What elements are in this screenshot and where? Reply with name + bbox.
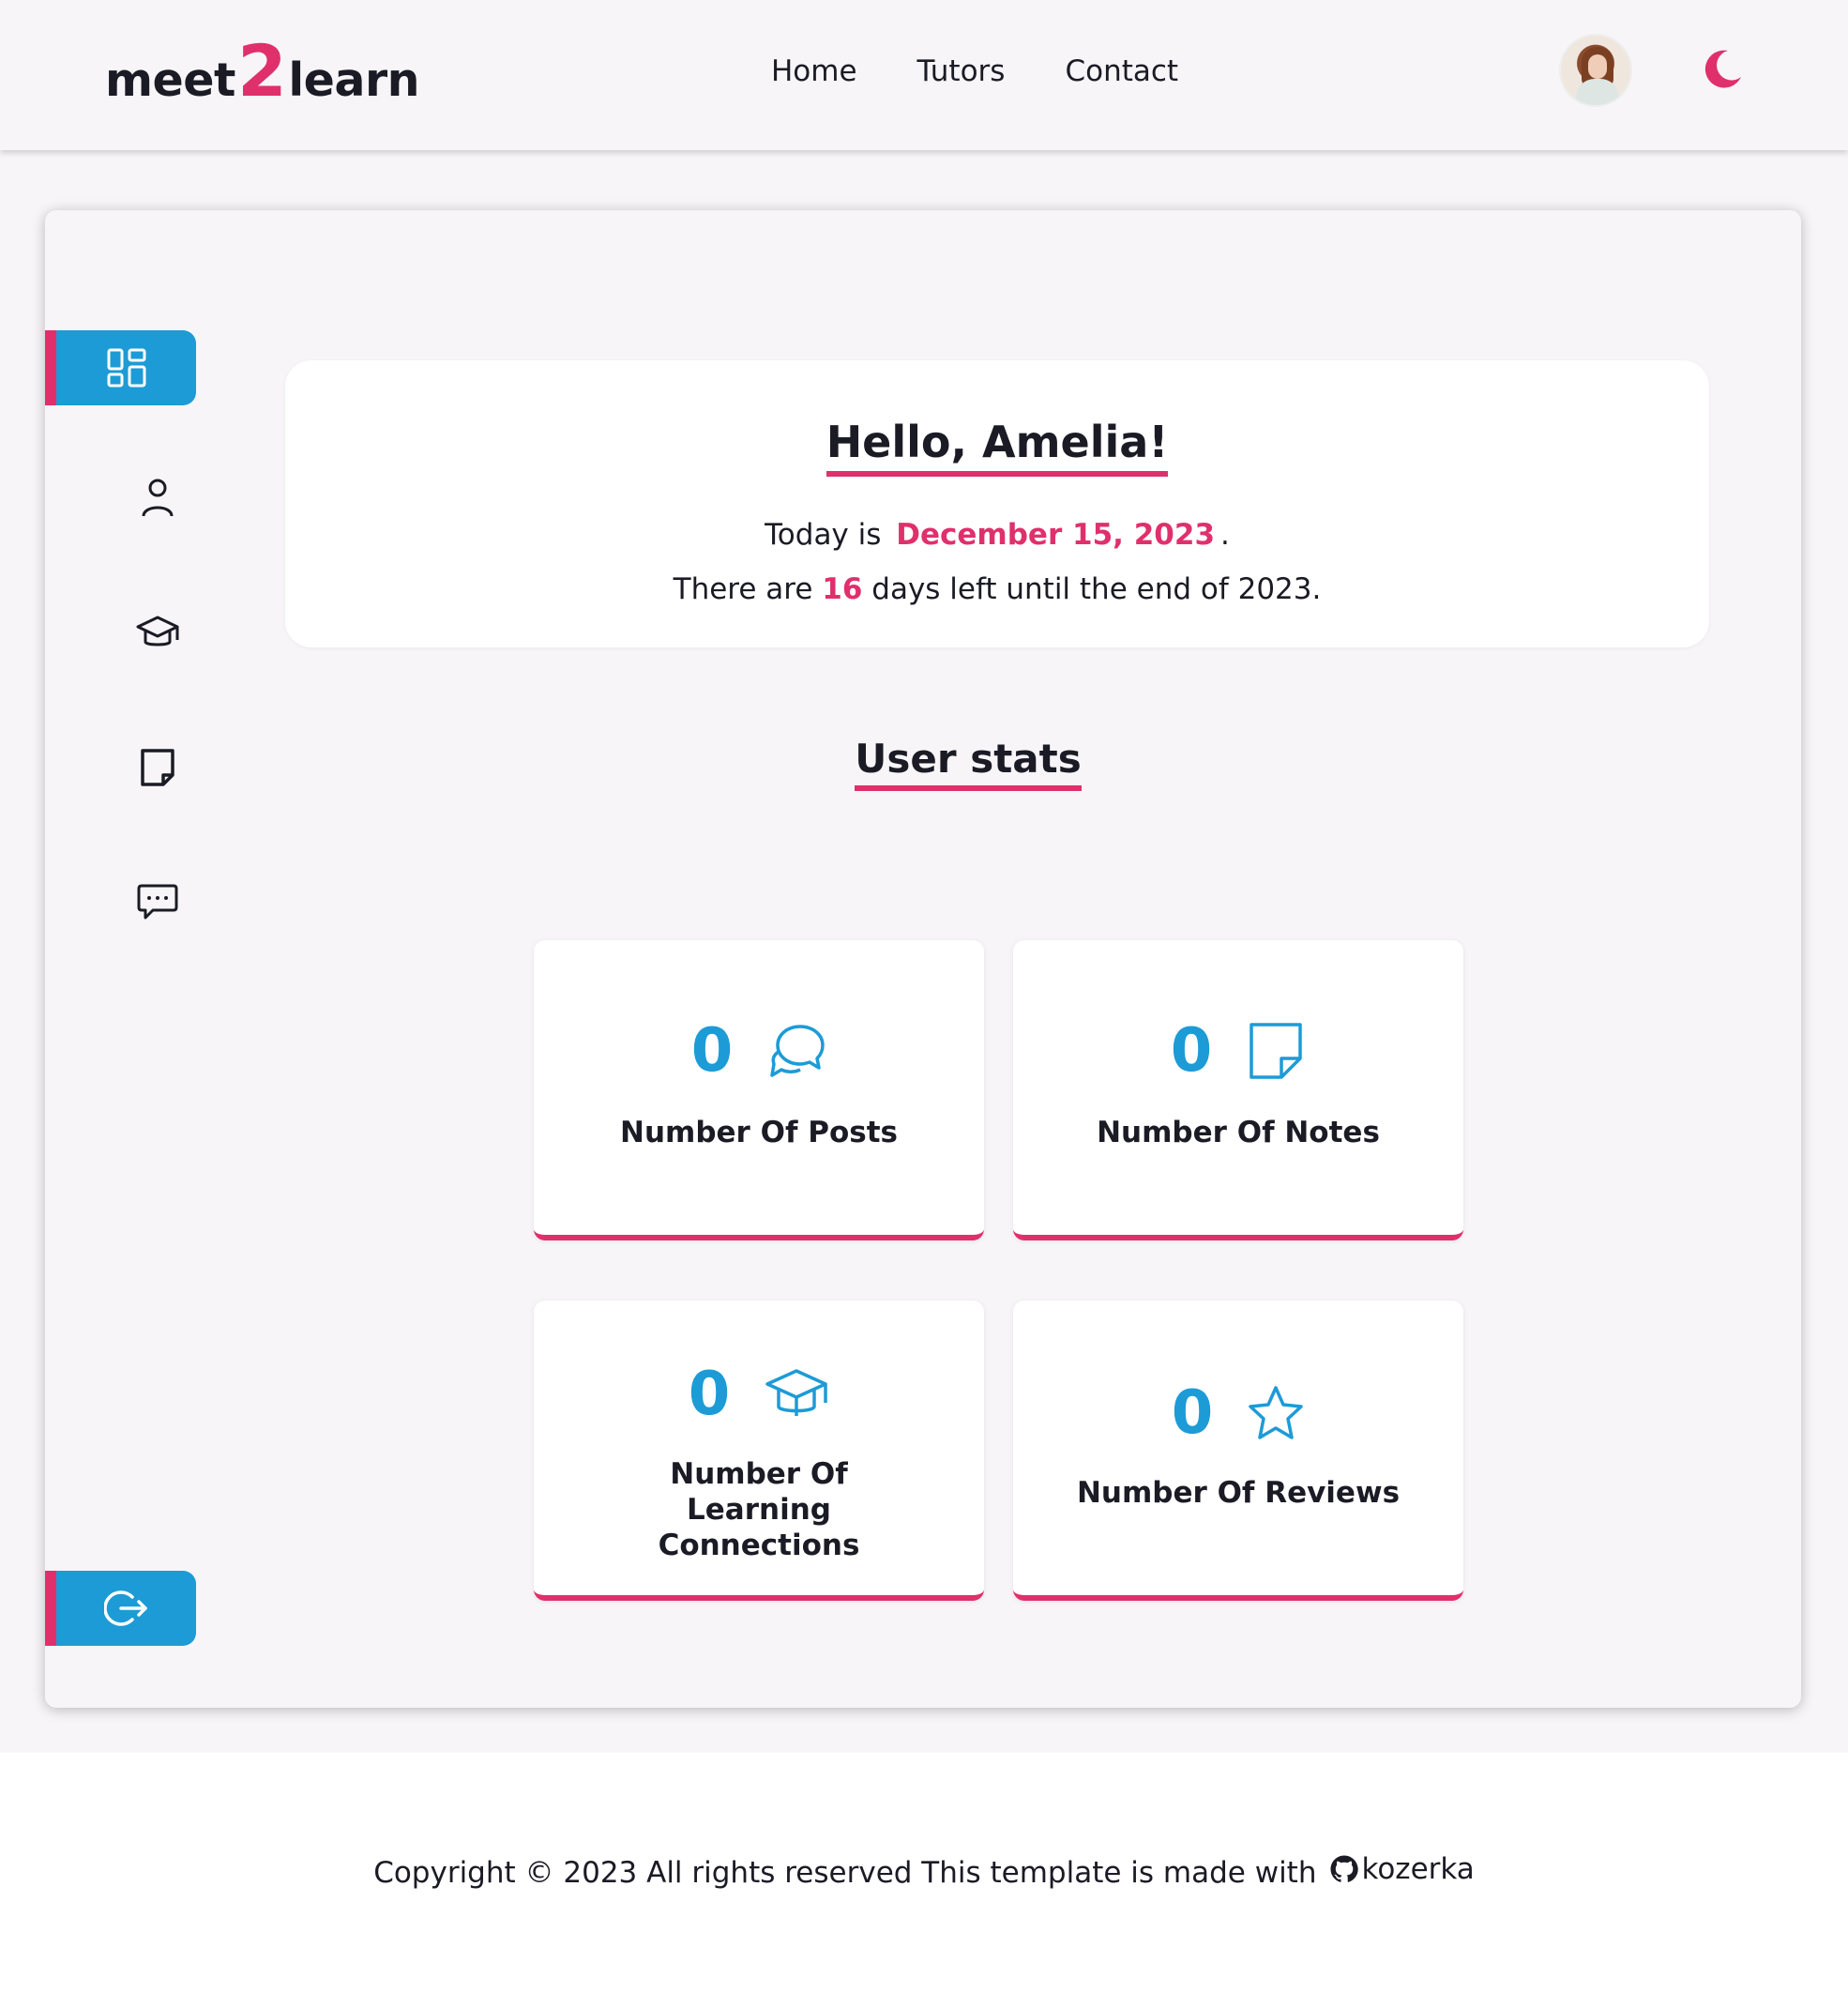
note-icon	[1250, 1023, 1303, 1079]
stat-card-reviews: 0 Number Of Reviews	[1013, 1301, 1463, 1601]
user-avatar[interactable]	[1559, 34, 1632, 107]
github-icon	[1330, 1855, 1359, 1882]
user-stats-title: User stats	[855, 736, 1082, 791]
nav-link-home[interactable]: Home	[771, 54, 857, 88]
nav-link-tutors[interactable]: Tutors	[917, 54, 1006, 88]
author-name: kozerka	[1361, 1852, 1475, 1886]
logout-button[interactable]	[45, 1571, 196, 1646]
dark-mode-toggle[interactable]	[1700, 47, 1745, 92]
footer: Copyright © 2023 All rights reserved Thi…	[0, 1753, 1848, 1993]
today-line: Today is December 15, 2023.	[285, 518, 1709, 552]
stat-label-learning-connections: Number Of Learning Connections	[658, 1457, 860, 1562]
nav-link-contact[interactable]: Contact	[1065, 54, 1178, 88]
chat-icon	[137, 884, 178, 920]
logo-part-meet: meet	[105, 53, 235, 107]
top-navbar: meet 2 learn Home Tutors Contact	[0, 0, 1848, 150]
sidebar-item-profile[interactable]	[135, 475, 180, 520]
stat-card-posts: 0 Number Of Posts	[534, 940, 984, 1240]
days-left-count: 16	[822, 572, 863, 606]
greeting-card: Hello, Amelia! Today is December 15, 202…	[285, 360, 1709, 647]
logo-part-2: 2	[236, 29, 287, 113]
star-icon	[1249, 1386, 1304, 1439]
stat-value-posts: 0	[690, 1016, 734, 1086]
graduation-cap-icon	[765, 1369, 828, 1416]
main-nav: Home Tutors Contact	[771, 54, 1178, 88]
current-date: December 15, 2023	[896, 518, 1216, 552]
stat-label-reviews: Number Of Reviews	[1076, 1476, 1401, 1510]
chat-bubbles-icon	[770, 1025, 826, 1077]
stat-label-notes: Number Of Notes	[1097, 1116, 1380, 1149]
today-prefix: Today is	[765, 518, 882, 552]
copyright-text: Copyright © 2023 All rights reserved Thi…	[373, 1856, 1317, 1890]
days-left-line: There are 16 days left until the end of …	[285, 572, 1709, 606]
avatar-face	[1588, 54, 1607, 79]
user-stats-heading: User stats	[45, 736, 1801, 791]
logout-icon	[103, 1590, 147, 1626]
user-icon	[142, 479, 174, 517]
stat-label-posts: Number Of Posts	[620, 1116, 898, 1149]
days-suffix: days left until the end of 2023.	[871, 572, 1322, 606]
footer-copyright: Copyright © 2023 All rights reserved Thi…	[0, 1852, 1848, 1890]
greeting-title: Hello, Amelia!	[826, 417, 1169, 477]
sidebar-item-messages[interactable]	[135, 880, 180, 925]
avatar-body	[1576, 79, 1619, 105]
dashboard-icon	[107, 348, 145, 388]
moon-icon	[1704, 50, 1741, 88]
stat-card-learning-connections: 0 Number Of Learning Connections	[534, 1301, 984, 1601]
today-suffix: .	[1220, 518, 1230, 552]
graduation-cap-icon	[136, 616, 179, 647]
author-link[interactable]: kozerka	[1329, 1852, 1475, 1886]
dashboard-panel: Hello, Amelia! Today is December 15, 202…	[45, 210, 1801, 1708]
days-prefix: There are	[673, 572, 813, 606]
stat-value-learning-connections: 0	[688, 1360, 731, 1429]
stat-value-reviews: 0	[1171, 1378, 1214, 1448]
logo-part-learn: learn	[288, 53, 419, 107]
stat-value-notes: 0	[1170, 1016, 1213, 1086]
logo[interactable]: meet 2 learn	[105, 36, 419, 111]
sidebar-item-learning[interactable]	[135, 610, 180, 655]
sidebar-item-dashboard[interactable]	[45, 330, 196, 405]
stat-card-notes: 0 Number Of Notes	[1013, 940, 1463, 1240]
